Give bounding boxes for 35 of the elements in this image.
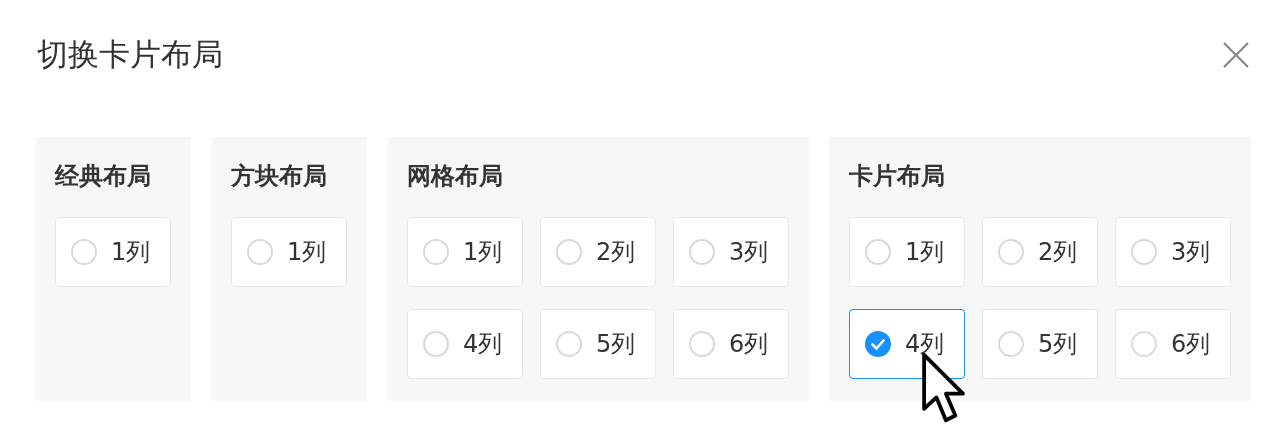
radio-icon xyxy=(689,239,715,265)
radio-option[interactable]: 5列 xyxy=(982,309,1098,379)
radio-icon xyxy=(865,239,891,265)
radio-icon xyxy=(689,331,715,357)
close-button[interactable] xyxy=(1223,42,1249,68)
radio-icon xyxy=(556,239,582,265)
dialog-title: 切换卡片布局 xyxy=(37,35,223,74)
radio-option[interactable]: 4列 xyxy=(407,309,523,379)
radio-option[interactable]: 1列 xyxy=(55,217,171,287)
close-icon xyxy=(1223,42,1249,68)
radio-icon xyxy=(556,331,582,357)
radio-option[interactable]: 2列 xyxy=(982,217,1098,287)
radio-option[interactable]: 3列 xyxy=(673,217,789,287)
radio-option[interactable]: 6列 xyxy=(1115,309,1231,379)
radio-option[interactable]: 4列 xyxy=(849,309,965,379)
radio-icon xyxy=(423,331,449,357)
group-title: 网格布局 xyxy=(407,161,504,192)
radio-option[interactable]: 2列 xyxy=(540,217,656,287)
radio-option[interactable]: 6列 xyxy=(673,309,789,379)
group-title: 经典布局 xyxy=(55,161,152,192)
radio-option[interactable]: 1列 xyxy=(407,217,523,287)
radio-icon xyxy=(1131,239,1157,265)
radio-icon xyxy=(998,331,1024,357)
group-title: 卡片布局 xyxy=(849,161,946,192)
radio-option[interactable]: 5列 xyxy=(540,309,656,379)
radio-icon xyxy=(998,239,1024,265)
checked-radio-icon xyxy=(865,331,891,357)
radio-icon xyxy=(423,239,449,265)
radio-option[interactable]: 3列 xyxy=(1115,217,1231,287)
group-title: 方块布局 xyxy=(231,161,328,192)
radio-icon xyxy=(1131,331,1157,357)
radio-option[interactable]: 1列 xyxy=(231,217,347,287)
radio-option[interactable]: 1列 xyxy=(849,217,965,287)
radio-icon xyxy=(247,239,273,265)
radio-icon xyxy=(71,239,97,265)
